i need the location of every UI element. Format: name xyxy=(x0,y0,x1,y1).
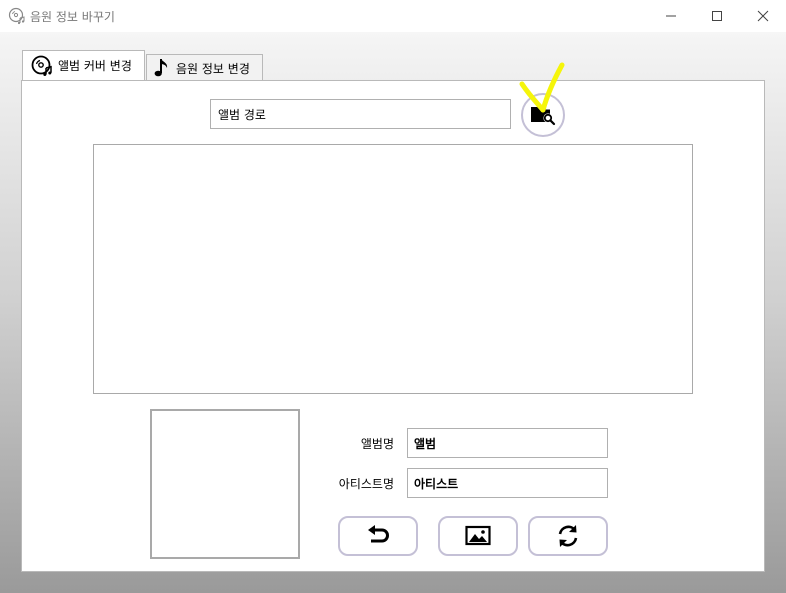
album-path-input[interactable]: 앨범 경로 xyxy=(210,99,511,129)
album-path-value: 앨범 경로 xyxy=(218,107,266,122)
tab-album-cover[interactable]: 앨범 커버 변경 xyxy=(22,50,145,80)
artist-name-input[interactable]: 아티스트 xyxy=(407,468,608,498)
album-name-input[interactable]: 앨범 xyxy=(407,428,608,458)
undo-arrow-icon xyxy=(368,525,389,543)
disc-music-icon xyxy=(8,7,25,25)
close-icon xyxy=(757,10,769,22)
artist-name-value: 아티스트 xyxy=(414,476,459,491)
refresh-button[interactable] xyxy=(528,516,608,556)
title-bar: 음원 정보 바꾸기 xyxy=(0,0,786,32)
artist-name-label: 아티스트명 xyxy=(338,477,394,491)
window-title: 음원 정보 바꾸기 xyxy=(30,10,115,24)
undo-button[interactable] xyxy=(338,516,418,556)
minimize-button[interactable] xyxy=(648,0,694,32)
album-name-value: 앨범 xyxy=(414,436,437,451)
album-cover-preview xyxy=(150,409,300,559)
maximize-icon xyxy=(712,11,722,21)
browse-folder-button[interactable] xyxy=(521,93,565,137)
image-button[interactable] xyxy=(438,516,518,556)
minimize-icon xyxy=(666,15,676,17)
refresh-icon xyxy=(558,525,578,547)
close-button[interactable] xyxy=(740,0,786,32)
tab-label: 음원 정보 변경 xyxy=(176,61,250,76)
image-icon xyxy=(465,525,491,546)
disc-music-icon xyxy=(31,55,52,76)
album-name-label: 앨범명 xyxy=(360,437,394,451)
folder-search-icon xyxy=(531,107,556,126)
tab-label: 앨범 커버 변경 xyxy=(58,59,132,73)
music-note-icon xyxy=(154,59,168,77)
tab-song-info[interactable]: 음원 정보 변경 xyxy=(146,54,263,81)
maximize-button[interactable] xyxy=(694,0,740,32)
album-list-box[interactable] xyxy=(93,144,693,394)
